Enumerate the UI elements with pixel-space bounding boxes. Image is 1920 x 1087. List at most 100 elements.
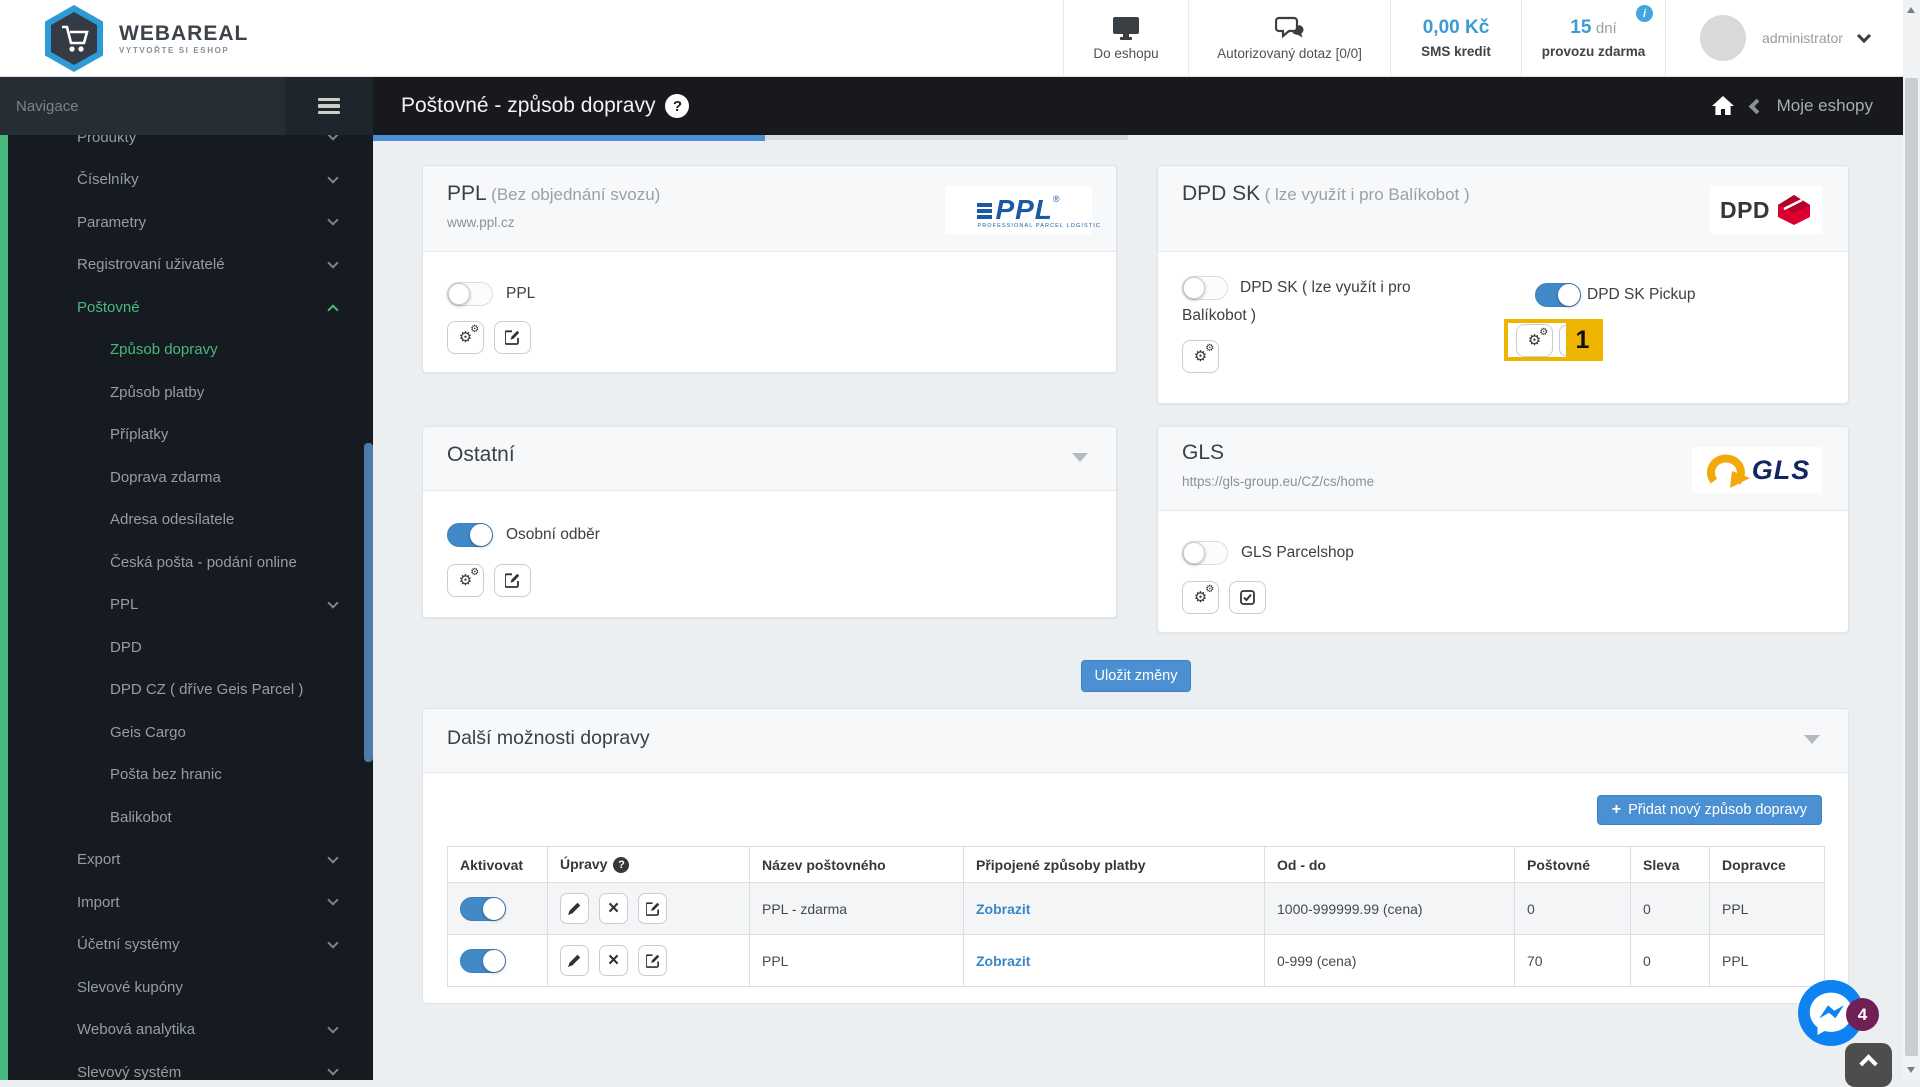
messenger-chat-button[interactable]: 4	[1798, 980, 1879, 1046]
sidebar-item-registrovani-uzivatele[interactable]: Registrovaní uživatelé	[0, 244, 373, 287]
collapse-caret-icon[interactable]	[1804, 735, 1820, 744]
scroll-to-top-button[interactable]	[1845, 1043, 1892, 1087]
show-payments-link[interactable]: Zobrazit	[976, 953, 1030, 969]
home-icon[interactable]	[1710, 94, 1736, 118]
sidebar-item-priplatky[interactable]: Příplatky	[0, 414, 373, 457]
chevron-down-icon	[327, 214, 339, 226]
chevron-down-icon	[327, 257, 339, 269]
ppl-card-link[interactable]: www.ppl.cz	[447, 215, 515, 230]
sidebar-item-ppl[interactable]: PPL	[0, 584, 373, 627]
gears-icon: ⚙ ⚙	[458, 324, 480, 346]
ostatni-edit-button[interactable]	[494, 564, 531, 597]
sidebar-scrollbar-thumb[interactable]	[364, 443, 373, 762]
row-name: PPL	[749, 934, 964, 988]
sidebar-item-ciselniky[interactable]: Číselníky	[0, 159, 373, 202]
ostatni-settings-button[interactable]: ⚙ ⚙	[447, 564, 484, 597]
sidebar-item-produkty[interactable]: Produkty	[0, 135, 373, 159]
sidebar-item-slevovy-system[interactable]: Slevový systém	[0, 1051, 373, 1080]
sidebar-item-zpusob-platby[interactable]: Způsob platby	[0, 371, 373, 414]
row-delete-button[interactable]: ×	[599, 893, 628, 925]
row-carrier: PPL	[1709, 882, 1825, 936]
webareal-logo[interactable]: WEBAREAL VYTVOŘTE SI ESHOP	[42, 4, 248, 73]
chevron-down-icon	[327, 597, 339, 609]
ppl-toggle[interactable]	[447, 282, 493, 306]
row-rename-button[interactable]	[638, 945, 667, 977]
collapse-caret-icon[interactable]	[1072, 453, 1088, 462]
sidebar-item-ucetni-systemy[interactable]: Účetní systémy	[0, 924, 373, 967]
help-icon[interactable]: ?	[665, 94, 690, 118]
sidebar-item-ceska-posta[interactable]: Česká pošta - podání online	[0, 541, 373, 584]
dpd-sk-pickup-settings-button[interactable]: ⚙ ⚙	[1516, 323, 1553, 357]
sidebar-item-posta-bez-hranic[interactable]: Pošta bez hranic	[0, 754, 373, 797]
sidebar-item-parametry[interactable]: Parametry	[0, 201, 373, 244]
dpd-sk-settings-button[interactable]: ⚙ ⚙	[1182, 340, 1219, 373]
gls-parcelshop-toggle[interactable]	[1182, 541, 1228, 565]
scrollbar-down-arrow[interactable]	[1907, 1067, 1915, 1073]
sidebar-item-doprava-zdarma[interactable]: Doprava zdarma	[0, 456, 373, 499]
dpd-sk-toggle-block: DPD SK ( lze využít i pro Balíkobot ) ⚙ ⚙	[1182, 274, 1472, 373]
trial-days-unit: dní	[1595, 20, 1617, 37]
row-discount: 0	[1630, 934, 1710, 988]
col-aktivovat: Aktivovat	[447, 845, 548, 884]
trial-days-cell[interactable]: i 15 dní provozu zdarma	[1521, 0, 1665, 76]
ppl-card-header: PPL (Bez objednání svozu) www.ppl.cz PPL…	[423, 166, 1116, 252]
sidebar-item-import[interactable]: Import	[0, 881, 373, 924]
sidebar-item-adresa-odesilatele[interactable]: Adresa odesílatele	[0, 499, 373, 542]
row-rename-button[interactable]	[638, 893, 667, 925]
chevron-down-icon	[327, 1022, 339, 1034]
help-icon[interactable]: ?	[613, 857, 630, 874]
scrollbar-up-arrow[interactable]	[1907, 7, 1915, 13]
add-shipping-method-button[interactable]: + Přidat nový způsob dopravy	[1596, 795, 1822, 825]
chat-bubbles-icon	[1274, 16, 1303, 38]
gears-icon: ⚙ ⚙	[1193, 584, 1215, 606]
sidebar-collapse-cell[interactable]	[285, 77, 373, 135]
row-active-toggle[interactable]	[460, 896, 506, 921]
chevron-down-icon	[327, 172, 339, 184]
ppl-edit-button[interactable]	[494, 321, 531, 354]
sidebar-item-balikobot[interactable]: Balikobot	[0, 796, 373, 839]
trial-days-label: provozu zdarma	[1541, 44, 1646, 59]
dpd-sk-toggle[interactable]	[1182, 275, 1228, 300]
sidebar-item-slevove-kupony[interactable]: Slevové kupóny	[0, 966, 373, 1009]
authorized-query-button[interactable]: Autorizovaný dotaz [0/0]	[1188, 0, 1390, 76]
table-header-row: Aktivovat Úpravy? Název poštovného Připo…	[447, 845, 1825, 884]
show-payments-link[interactable]: Zobrazit	[976, 901, 1030, 917]
pencil-icon	[568, 903, 581, 916]
brand-tagline: VYTVOŘTE SI ESHOP	[119, 45, 230, 55]
sidebar-item-dpd-cz[interactable]: DPD CZ ( dříve Geis Parcel )	[0, 669, 373, 712]
row-edit-button[interactable]	[560, 893, 589, 925]
go-to-eshop-button[interactable]: Do eshopu	[1063, 0, 1188, 76]
top-header: WEBAREAL VYTVOŘTE SI ESHOP Do eshopu Aut…	[0, 0, 1903, 77]
gls-card-title: GLS	[1182, 441, 1225, 464]
sms-credit-cell[interactable]: 0,00 Kč SMS kredit	[1390, 0, 1521, 76]
sidebar-item-zpusob-dopravy[interactable]: Způsob dopravy	[0, 329, 373, 372]
row-delete-button[interactable]: ×	[599, 945, 628, 977]
avatar	[1700, 15, 1747, 61]
sidebar-item-webova-analytika[interactable]: Webová analytika	[0, 1009, 373, 1052]
partially-hidden-button[interactable]	[1559, 324, 1566, 356]
page-scrollbar[interactable]	[1903, 0, 1920, 1080]
dpd-sk-card-title: DPD SK	[1182, 182, 1261, 205]
scrollbar-thumb[interactable]	[1905, 78, 1918, 1056]
sidebar-item-export[interactable]: Export	[0, 839, 373, 882]
row-range: 1000-999999.99 (cena)	[1264, 882, 1515, 936]
navigation-search-input[interactable]	[0, 77, 285, 135]
gls-check-button[interactable]	[1229, 581, 1266, 614]
sidebar-item-geis-cargo[interactable]: Geis Cargo	[0, 711, 373, 754]
breadcrumb[interactable]: Moje eshopy	[1777, 96, 1873, 116]
user-menu[interactable]: administrator	[1665, 0, 1903, 76]
gls-card: GLS https://gls-group.eu/CZ/cs/home GLS …	[1157, 426, 1849, 633]
dpd-sk-pickup-toggle[interactable]	[1535, 283, 1581, 307]
save-changes-button[interactable]: Uložit změny	[1081, 660, 1191, 692]
row-edit-button[interactable]	[560, 945, 589, 977]
info-icon[interactable]: i	[1636, 5, 1653, 22]
gls-card-link[interactable]: https://gls-group.eu/CZ/cs/home	[1182, 474, 1374, 489]
chevron-left-icon[interactable]	[1748, 98, 1764, 114]
osobni-odber-toggle[interactable]	[447, 523, 493, 547]
chevron-down-icon	[1856, 28, 1872, 43]
ppl-settings-button[interactable]: ⚙ ⚙	[447, 321, 484, 354]
gls-settings-button[interactable]: ⚙ ⚙	[1182, 581, 1219, 614]
sidebar-item-dpd[interactable]: DPD	[0, 626, 373, 669]
row-active-toggle[interactable]	[460, 948, 506, 973]
sidebar-item-postovne[interactable]: Poštovné	[0, 286, 373, 329]
